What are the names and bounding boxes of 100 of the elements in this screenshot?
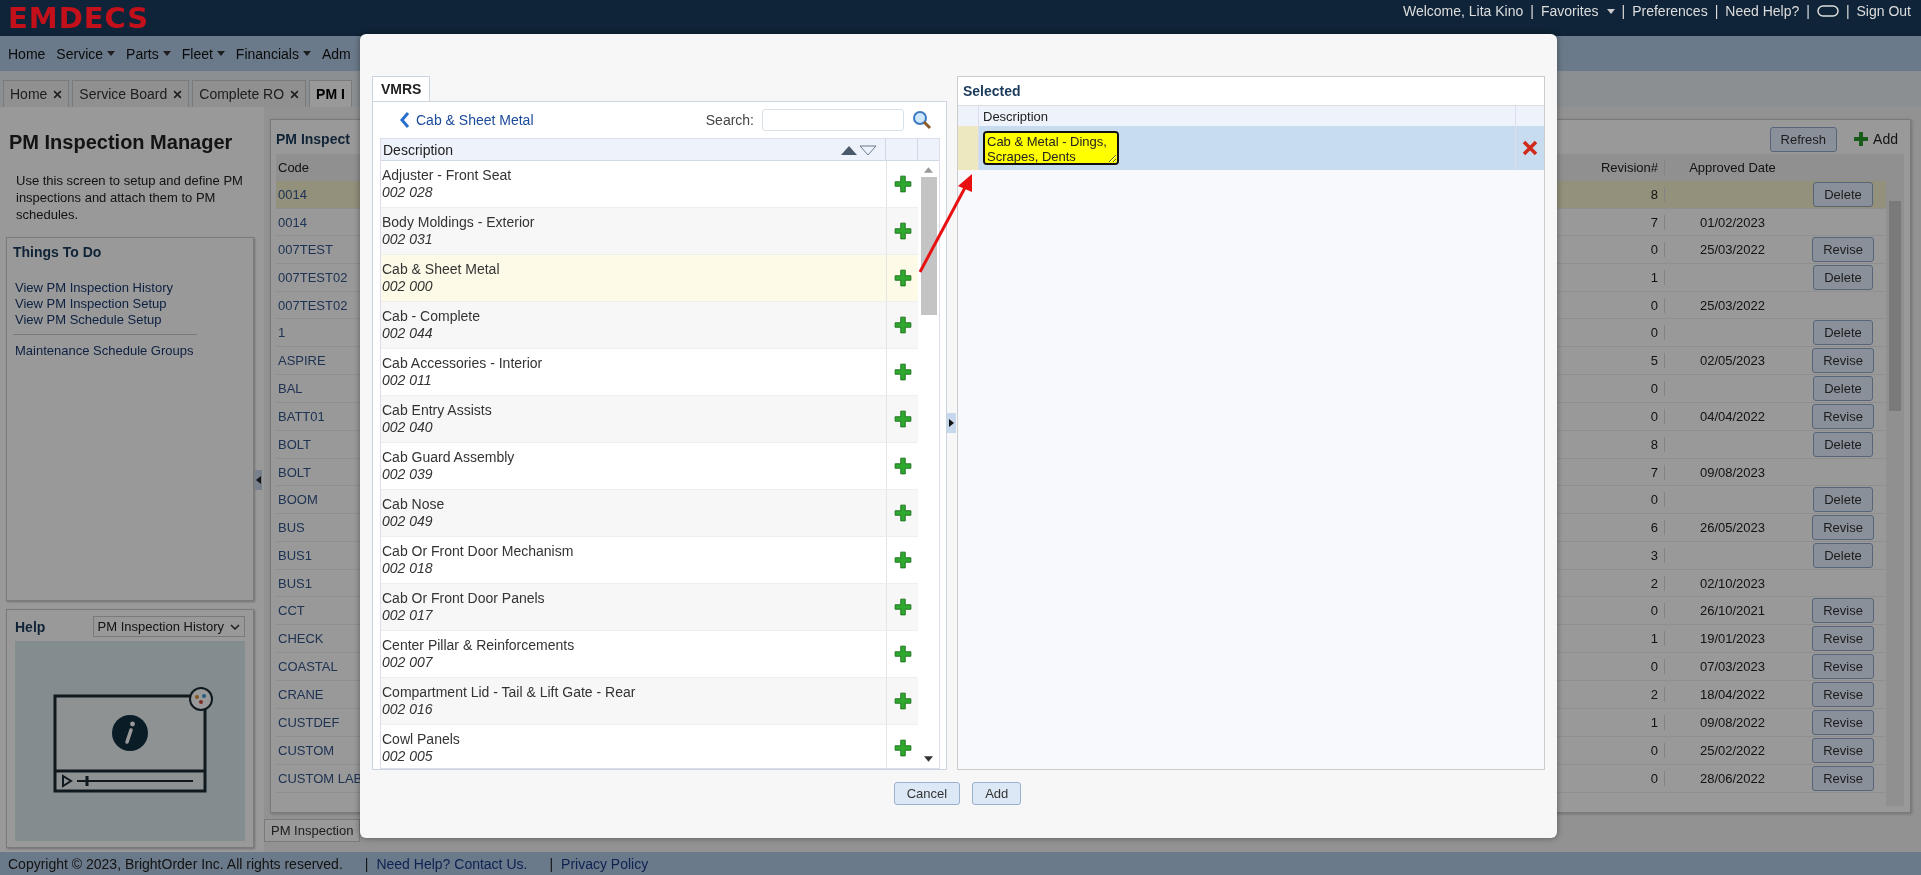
list-row[interactable]: Cab Entry Assists 002 040 — [381, 396, 918, 443]
scrollbar[interactable] — [1886, 181, 1904, 806]
caret-icon — [107, 51, 116, 56]
row-action-button[interactable]: Revise — [1812, 626, 1874, 651]
task-link[interactable]: View PM Schedule Setup — [15, 312, 197, 328]
panel-title: Things To Do — [13, 244, 103, 260]
task-link[interactable]: View PM Inspection History — [15, 280, 197, 296]
video-thumbnail[interactable] — [15, 641, 245, 841]
selected-row[interactable]: Cab & Metal - Dings, Scrapes, Dents — [958, 126, 1544, 170]
row-action-button[interactable]: Delete — [1813, 265, 1873, 290]
menu-item[interactable]: Adm — [321, 45, 351, 62]
add-plus-icon[interactable] — [893, 316, 912, 334]
caret-icon — [162, 51, 171, 56]
search-icon[interactable] — [912, 110, 932, 130]
menu-item[interactable]: Parts — [126, 45, 171, 62]
row-action-button[interactable]: Revise — [1812, 237, 1874, 262]
close-icon[interactable] — [53, 89, 63, 99]
table-cell: 007TEST — [278, 242, 333, 257]
vmrs-tab[interactable]: VMRS — [372, 76, 431, 101]
page-tab[interactable]: Home — [3, 80, 70, 107]
header-link[interactable]: Sign Out — [1856, 3, 1911, 19]
list-row[interactable]: Cab & Sheet Metal 002 000 — [381, 255, 918, 302]
add-plus-icon[interactable] — [893, 504, 912, 522]
row-action-button[interactable]: Delete — [1813, 320, 1873, 345]
footer-link[interactable]: Privacy Policy — [561, 855, 649, 872]
add-plus-icon[interactable] — [893, 645, 912, 663]
help-select[interactable]: PM Inspection History — [92, 616, 245, 637]
menu-item[interactable]: Service — [56, 45, 116, 62]
row-action-button[interactable]: Revise — [1812, 654, 1874, 679]
row-action-button[interactable]: Revise — [1812, 738, 1874, 763]
row-action-button[interactable]: Delete — [1813, 543, 1873, 568]
row-action-button[interactable]: Delete — [1813, 487, 1873, 512]
scroll-thumb[interactable] — [920, 177, 937, 315]
list-row[interactable]: Adjuster - Front Seat 002 028 — [381, 161, 918, 208]
list-row[interactable]: Cab Or Front Door Panels 002 017 — [381, 584, 918, 631]
close-icon[interactable] — [173, 89, 183, 99]
add-plus-icon[interactable] — [893, 222, 912, 240]
page-tab[interactable]: PM I — [309, 80, 352, 107]
separator: | — [1806, 3, 1810, 19]
sort-arrows-icon[interactable] — [841, 144, 877, 155]
add-button[interactable]: Add — [1847, 131, 1904, 147]
dialog-button[interactable]: Add — [972, 782, 1022, 805]
search-field[interactable] — [762, 109, 904, 131]
favorites-menu[interactable]: Favorites — [1540, 3, 1615, 19]
plus-icon — [1853, 131, 1870, 147]
bottom-tab[interactable]: PM Inspection — [264, 819, 361, 842]
close-icon[interactable] — [290, 89, 300, 99]
item-name: Cab Entry Assists — [382, 402, 493, 419]
row-action-button[interactable]: Revise — [1812, 766, 1874, 791]
list-row[interactable]: Cab Nose 002 049 — [381, 490, 918, 537]
table-cell: 26/05/2023 — [1699, 520, 1766, 535]
header-link[interactable]: Preferences — [1632, 3, 1708, 19]
separator: | — [549, 855, 554, 872]
description-field[interactable]: Cab & Metal - Dings, Scrapes, Dents — [983, 131, 1119, 165]
separator: | — [1845, 3, 1850, 19]
row-action-button[interactable]: Revise — [1812, 710, 1874, 735]
dialog-button[interactable]: Cancel — [893, 782, 961, 805]
add-plus-icon[interactable] — [893, 363, 912, 381]
table-cell: CRANE — [278, 687, 324, 702]
add-plus-icon[interactable] — [893, 598, 912, 616]
header-link[interactable]: Need Help? — [1725, 3, 1800, 19]
list-row[interactable]: Cab Guard Assembly 002 039 — [381, 443, 918, 490]
row-action-button[interactable]: Revise — [1812, 515, 1874, 540]
row-action-button[interactable]: Revise — [1812, 682, 1874, 707]
scroll-down-icon[interactable] — [924, 756, 933, 762]
list-row[interactable]: Cab Or Front Door Mechanism 002 018 — [381, 537, 918, 584]
row-action-button[interactable]: Revise — [1812, 598, 1874, 623]
add-plus-icon[interactable] — [893, 692, 912, 710]
task-link[interactable]: Maintenance Schedule Groups — [15, 343, 197, 359]
breadcrumb-link[interactable]: Cab & Sheet Metal — [380, 112, 698, 128]
remove-x-icon[interactable] — [1522, 140, 1538, 156]
menu-item[interactable]: Home — [8, 45, 46, 62]
list-row[interactable]: Body Moldings - Exterior 002 031 — [381, 208, 918, 255]
add-plus-icon[interactable] — [893, 551, 912, 569]
chat-bubble-icon[interactable] — [1816, 5, 1839, 17]
menu-item[interactable]: Fleet — [181, 45, 225, 62]
row-action-button[interactable]: Revise — [1812, 348, 1874, 373]
row-action-button[interactable]: Revise — [1812, 404, 1874, 429]
page-tab[interactable]: Service Board — [72, 80, 190, 107]
row-action-button[interactable]: Delete — [1813, 432, 1873, 457]
table-cell: BOLT — [278, 464, 311, 480]
list-row[interactable]: Compartment Lid - Tail & Lift Gate - Rear 002 016 — [381, 678, 918, 725]
row-action-button[interactable]: Delete — [1813, 182, 1873, 207]
list-row[interactable]: Center Pillar & Reinforcements 002 007 — [381, 631, 918, 678]
add-plus-icon[interactable] — [893, 739, 912, 757]
list-row[interactable]: Cab Accessories - Interior 002 011 — [381, 349, 918, 396]
list-row[interactable]: Cab - Complete 002 044 — [381, 302, 918, 349]
add-plus-icon[interactable] — [893, 410, 912, 428]
footer-link[interactable]: Need Help? Contact Us. — [376, 855, 528, 872]
add-plus-icon[interactable] — [893, 175, 912, 193]
menu-item[interactable]: Financials — [235, 45, 311, 62]
task-link[interactable]: View PM Inspection Setup — [15, 296, 197, 312]
row-action-button[interactable]: Delete — [1813, 376, 1873, 401]
add-plus-icon[interactable] — [893, 269, 912, 287]
item-code: 002 018 — [382, 560, 434, 577]
refresh-button[interactable]: Refresh — [1769, 126, 1838, 152]
table-cell: CUSTDEF — [278, 715, 340, 730]
add-plus-icon[interactable] — [893, 457, 912, 475]
scroll-up-icon[interactable] — [924, 167, 933, 173]
page-tab[interactable]: Complete RO — [192, 80, 307, 107]
